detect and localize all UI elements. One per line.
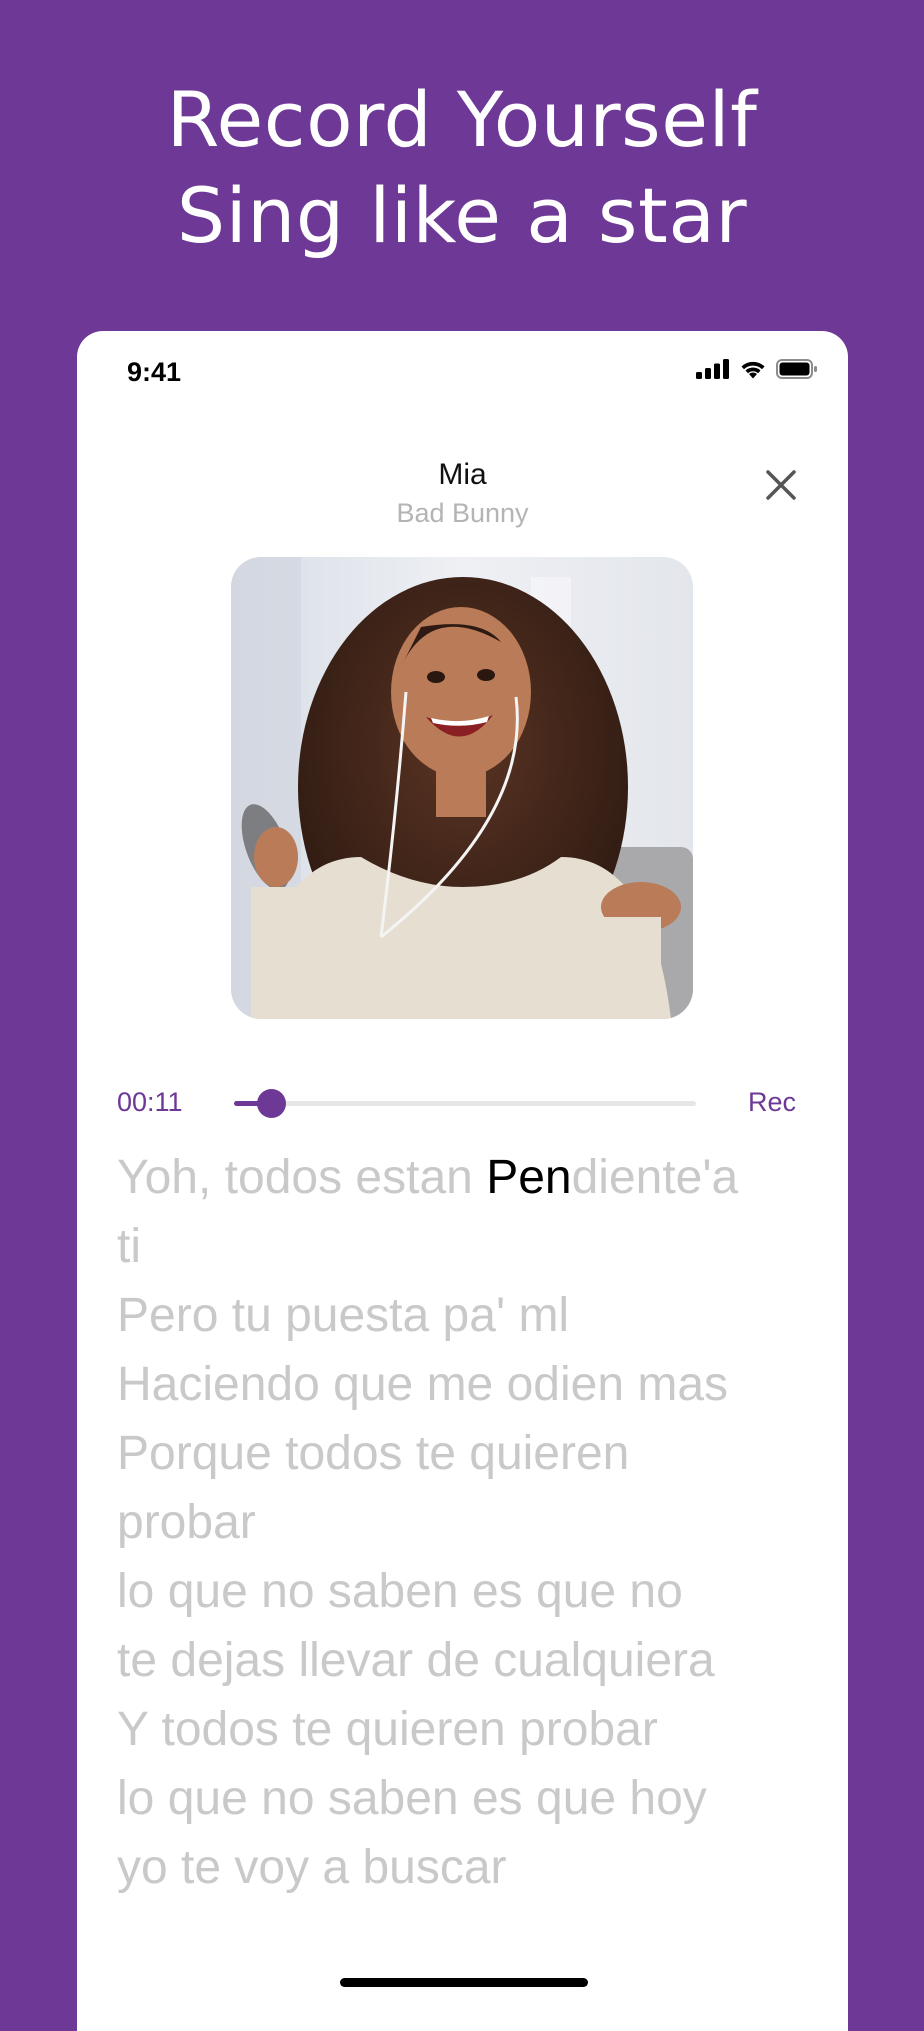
promo-line-1: Record Yourself [166, 75, 758, 164]
song-header: Mia Bad Bunny [77, 457, 848, 533]
progress-row: 00:11 Rec [77, 1079, 848, 1129]
lyric-current-line: Yoh, todos estan Pendiente'a [117, 1143, 817, 1212]
lyric-highlight: Pen [486, 1151, 572, 1204]
promo-line-2: Sing like a star [176, 171, 748, 260]
lyric-line: Porque todos te quieren [117, 1427, 630, 1480]
status-icons [696, 359, 818, 379]
close-icon[interactable] [759, 463, 803, 507]
battery-icon [776, 359, 817, 379]
song-artist: Bad Bunny [396, 498, 529, 528]
singer-illustration [231, 557, 693, 1019]
singer-photo [231, 557, 693, 1019]
signal-icon [696, 359, 729, 379]
lyric-before: Yoh, todos estan [117, 1151, 487, 1204]
lyric-line: yo te voy a buscar [117, 1841, 507, 1894]
lyric-after: diente'a [571, 1151, 739, 1204]
lyric-line: Haciendo que me odien mas [117, 1358, 729, 1411]
status-bar: 9:41 [77, 331, 848, 411]
lyric-line: ti [117, 1220, 141, 1273]
lyrics-panel: Yoh, todos estan Pendiente'a ti Pero tu … [117, 1143, 817, 1902]
lyric-line: lo que no saben es que no [117, 1565, 683, 1618]
rec-button[interactable]: Rec [748, 1087, 796, 1118]
lyric-line: te dejas llevar de cualquiera [117, 1634, 715, 1687]
home-indicator[interactable] [340, 1978, 588, 1987]
lyric-line: Y todos te quieren probar [117, 1703, 658, 1756]
wifi-icon [741, 361, 765, 379]
promo-headline: Record Yourself Sing like a star [0, 72, 924, 264]
phone-screen: 9:41 Mia Bad Bunny 00:11 Rec Yoh, todos … [77, 331, 848, 2031]
status-time: 9:41 [127, 357, 182, 387]
elapsed-time: 00:11 [117, 1087, 183, 1117]
lyric-line: lo que no saben es que hoy [117, 1772, 707, 1825]
song-title: Mia [438, 458, 487, 491]
lyric-line: Pero tu puesta pa' ml [117, 1289, 570, 1342]
progress-thumb[interactable] [256, 1089, 286, 1118]
progress-slider[interactable] [234, 1089, 696, 1118]
lyric-line: probar [117, 1496, 256, 1549]
